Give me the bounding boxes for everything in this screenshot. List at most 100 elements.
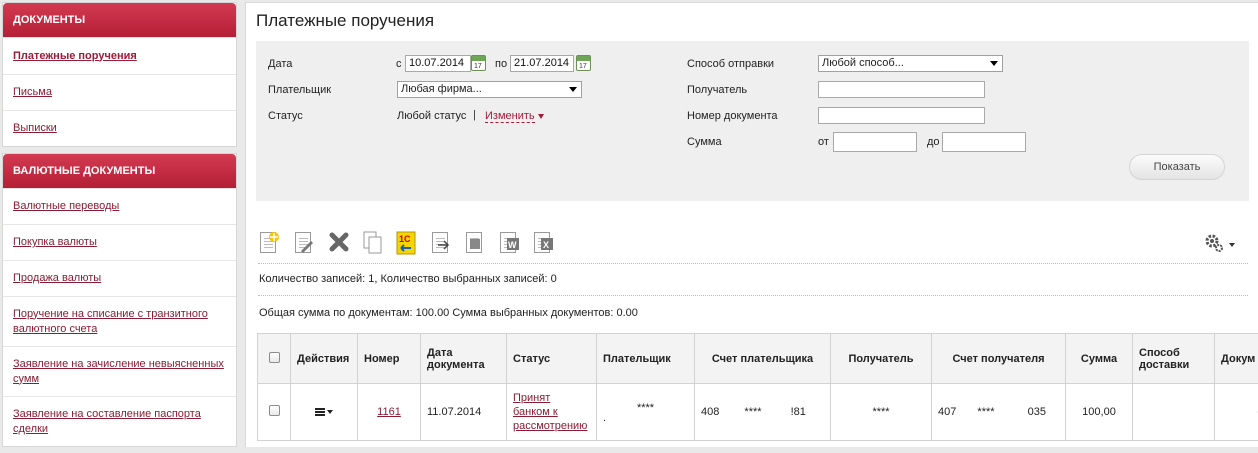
select-all-checkbox[interactable]	[269, 352, 280, 363]
sidebar-item-currency-transfers[interactable]: Валютные переводы	[3, 188, 236, 224]
column-header-document[interactable]: Докум	[1215, 334, 1258, 384]
column-header-delivery[interactable]: Способ доставки	[1133, 334, 1215, 384]
row-select-cell	[258, 384, 291, 441]
recipient-account-part: 035	[1028, 406, 1046, 418]
payer-select[interactable]: Любая фирма...	[397, 81, 582, 98]
sidebar-item-buy-currency[interactable]: Покупка валюты	[3, 224, 236, 260]
row-payer: ****	[603, 402, 688, 414]
payer-account-part: ****	[744, 406, 761, 418]
new-document-icon[interactable]	[258, 231, 280, 255]
calendar-to-icon[interactable]: 17	[576, 55, 591, 71]
totals-line: Общая сумма по документам: 100.00 Сумма …	[259, 307, 638, 319]
column-header-payer-account[interactable]: Счет плательщика	[695, 334, 831, 384]
documents-nav-header: ДОКУМЕНТЫ	[3, 3, 236, 37]
sidebar-item-payment-orders[interactable]: Платежные поручения	[3, 37, 236, 74]
column-header-sum[interactable]: Сумма	[1066, 334, 1133, 384]
sidebar-item-unidentified-sums[interactable]: Заявление на зачисление невыясненных сум…	[3, 346, 236, 396]
sidebar-item-statements[interactable]: Выписки	[3, 110, 236, 146]
svg-text:1C: 1C	[399, 234, 411, 244]
date-to-input[interactable]: 21.07.2014	[510, 55, 574, 72]
calendar-from-icon[interactable]: 17	[471, 55, 486, 71]
column-header-actions[interactable]: Действия	[291, 334, 358, 384]
column-header-recipient[interactable]: Получатель	[831, 334, 932, 384]
recipient-account-part: 407	[938, 406, 956, 418]
recipient-input[interactable]	[818, 81, 985, 98]
column-header-recipient-account[interactable]: Счет получателя	[932, 334, 1066, 384]
status-value: Любой статус	[397, 110, 466, 122]
row-recipient: ****	[831, 384, 932, 441]
toolbar: 1C W X	[258, 231, 1248, 259]
row-payer-account-cell: 408 **** !81	[695, 384, 831, 441]
send-method-select[interactable]: Любой способ...	[818, 55, 1003, 72]
currency-nav-header: ВАЛЮТНЫЕ ДОКУМЕНТЫ	[3, 154, 236, 188]
row-payer-dot: .	[603, 414, 688, 422]
edit-document-icon[interactable]	[293, 231, 315, 255]
date-from-prefix: с	[396, 58, 402, 70]
sidebar-item-sell-currency[interactable]: Продажа валюты	[3, 260, 236, 296]
row-document: -	[1215, 384, 1258, 441]
column-header-number[interactable]: Номер	[358, 334, 421, 384]
documents-table: Действия Номер Дата документа Статус Пла…	[257, 333, 1258, 441]
print-preview-icon[interactable]	[464, 231, 486, 255]
status-change-link[interactable]: Изменить	[485, 110, 535, 123]
row-recipient-account-cell: 407 **** 035	[932, 384, 1066, 441]
sidebar-item-label[interactable]: Выписки	[13, 121, 57, 136]
copy-icon[interactable]	[362, 231, 384, 255]
select-all-cell	[258, 334, 291, 384]
row-delivery	[1133, 384, 1215, 441]
divider	[258, 295, 1248, 296]
calendar-day-number: 17	[579, 63, 587, 70]
svg-text:W: W	[508, 240, 517, 250]
chevron-down-icon	[569, 87, 577, 92]
sidebar-item-label[interactable]: Поручение на списание с транзитного валю…	[13, 307, 226, 337]
sidebar: ДОКУМЕНТЫ Платежные поручения Письма Вып…	[2, 2, 237, 453]
records-count: Количество записей: 1, Количество выбран…	[259, 273, 557, 285]
filter-panel: Дата с 10.07.2014 17 по 21.07.2014 17 Пл…	[256, 41, 1249, 201]
recipient-label: Получатель	[687, 84, 747, 96]
date-from-input[interactable]: 10.07.2014	[405, 55, 471, 72]
column-header-status[interactable]: Статус	[507, 334, 597, 384]
sidebar-item-transit-debit-order[interactable]: Поручение на списание с транзитного валю…	[3, 296, 236, 346]
menu-icon[interactable]	[315, 408, 325, 410]
sidebar-item-label[interactable]: Покупка валюты	[13, 235, 97, 250]
sidebar-item-label[interactable]: Заявление на составление паспорта сделки	[13, 407, 226, 437]
chevron-down-icon[interactable]	[538, 114, 544, 119]
sidebar-item-label[interactable]: Письма	[13, 85, 52, 100]
show-button[interactable]: Показать	[1129, 154, 1225, 180]
excel-export-icon[interactable]: X	[532, 231, 554, 255]
payer-label: Плательщик	[268, 84, 331, 96]
sum-from-input[interactable]	[833, 132, 917, 152]
date-to-prefix: по	[495, 58, 507, 70]
import-1c-icon[interactable]: 1C	[396, 231, 418, 255]
doc-number-input[interactable]	[818, 107, 985, 124]
table-row[interactable]: 1161 11.07.2014 Принят банком к рассмотр…	[258, 384, 1258, 441]
divider	[258, 263, 1248, 264]
row-date: 11.07.2014	[421, 384, 507, 441]
payer-account-part: !81	[791, 406, 806, 418]
sidebar-item-label[interactable]: Заявление на зачисление невыясненных сум…	[13, 357, 226, 387]
word-export-icon[interactable]: W	[498, 231, 520, 255]
status-link[interactable]: Принят банком к рассмотрению	[513, 391, 590, 433]
chevron-down-icon[interactable]	[327, 410, 333, 414]
export-icon[interactable]	[430, 231, 452, 255]
chevron-down-icon	[990, 61, 998, 66]
sidebar-item-label[interactable]: Продажа валюты	[13, 271, 101, 286]
row-status-cell: Принят банком к рассмотрению	[507, 384, 597, 441]
sidebar-item-label[interactable]: Платежные поручения	[13, 49, 137, 64]
row-payer-cell: **** .	[597, 384, 695, 441]
sidebar-item-label[interactable]: Валютные переводы	[13, 199, 119, 214]
gear-icon[interactable]	[1204, 233, 1224, 253]
column-header-payer[interactable]: Плательщик	[597, 334, 695, 384]
document-number-link[interactable]: 1161	[377, 406, 401, 418]
documents-nav-block: ДОКУМЕНТЫ Платежные поручения Письма Вып…	[2, 2, 237, 147]
payer-account-part: 408	[701, 406, 719, 418]
delete-icon[interactable]	[328, 231, 350, 255]
row-checkbox[interactable]	[269, 405, 280, 416]
row-actions-cell[interactable]	[291, 384, 358, 441]
sidebar-item-letters[interactable]: Письма	[3, 74, 236, 110]
sidebar-item-deal-passport[interactable]: Заявление на составление паспорта сделки	[3, 396, 236, 446]
chevron-down-icon[interactable]	[1229, 243, 1235, 247]
recipient-account-part: ****	[977, 406, 994, 418]
sum-to-input[interactable]	[942, 132, 1026, 152]
column-header-date[interactable]: Дата документа	[421, 334, 507, 384]
